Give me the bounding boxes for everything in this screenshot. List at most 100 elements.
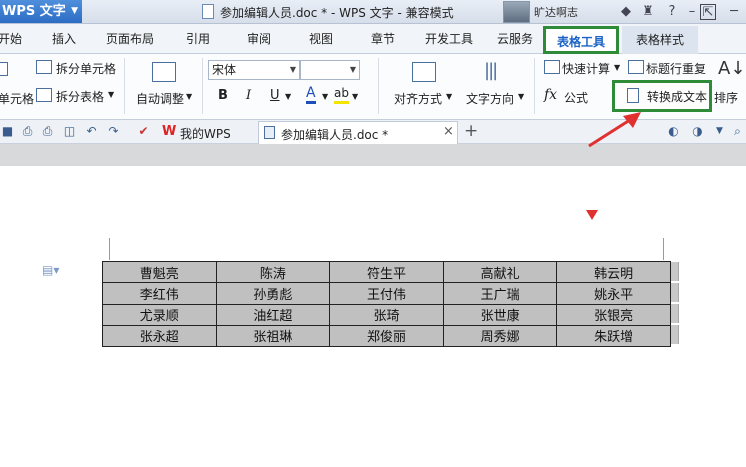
skin-icon[interactable]: ◆ bbox=[618, 4, 634, 20]
cursor-marker-icon bbox=[586, 210, 598, 220]
bold-button[interactable]: B bbox=[218, 88, 228, 103]
table-cell[interactable]: 姚永平 bbox=[556, 282, 671, 305]
table-cell[interactable]: 韩云明 bbox=[556, 260, 671, 284]
add-tab-button[interactable]: + bbox=[464, 121, 478, 141]
tab-home[interactable]: 开始 bbox=[0, 24, 22, 54]
table-cell[interactable]: 王广瑞 bbox=[442, 282, 558, 305]
dropdown-icon[interactable]: ▼ bbox=[108, 90, 114, 99]
app-menu-button[interactable]: WPS 文字 ▼ bbox=[0, 0, 82, 23]
table-cell[interactable]: 张世康 bbox=[442, 303, 558, 326]
save-icon[interactable]: ■ bbox=[0, 124, 15, 139]
shirt-icon[interactable]: ♜ bbox=[640, 4, 656, 20]
sort-button[interactable]: 排序 bbox=[714, 89, 738, 106]
tab-references[interactable]: 引用 bbox=[186, 24, 210, 54]
table-cell[interactable]: 王付伟 bbox=[329, 282, 444, 305]
customize-icon[interactable]: ✔ bbox=[136, 124, 151, 139]
repeat-header-icon[interactable] bbox=[628, 60, 644, 74]
table-cell[interactable]: 孙勇彪 bbox=[215, 282, 331, 305]
convert-to-text-label: 转换成文本 bbox=[647, 90, 708, 104]
dropdown-icon[interactable]: ▼ bbox=[518, 92, 524, 101]
dropdown-icon[interactable]: ▼ bbox=[186, 92, 192, 101]
formula-icon[interactable]: fx bbox=[544, 87, 557, 103]
font-name-select[interactable]: 宋体 ▼ bbox=[208, 60, 300, 80]
sort-icon[interactable]: A↓ bbox=[718, 58, 745, 79]
table-cell[interactable]: 张银亮 bbox=[556, 303, 671, 326]
dropdown-icon[interactable]: ▼ bbox=[712, 124, 727, 139]
formula-button[interactable]: 公式 bbox=[564, 89, 588, 106]
tab-table-style[interactable]: 表格样式 bbox=[622, 26, 698, 54]
split-cells-icon[interactable] bbox=[36, 60, 52, 74]
auto-fit-icon[interactable] bbox=[152, 62, 176, 82]
quick-calc-button[interactable]: 快速计算 bbox=[562, 60, 610, 77]
paragraph-icon[interactable]: ▤▾ bbox=[42, 263, 59, 277]
tab-cloud[interactable]: 云服务 bbox=[497, 24, 533, 54]
help-icon[interactable]: ? bbox=[664, 4, 680, 20]
print-icon[interactable]: ⎙ bbox=[40, 124, 55, 139]
merge-cells-button[interactable]: 单元格 bbox=[0, 90, 34, 107]
dropdown-icon[interactable]: ▼ bbox=[285, 92, 291, 101]
auto-fit-button[interactable]: 自动调整 bbox=[136, 90, 184, 107]
align-button[interactable]: 对齐方式 bbox=[394, 90, 442, 107]
table-row: 曹魁亮 陈涛 符生平 高献礼 韩云明 bbox=[102, 260, 671, 284]
tab-view[interactable]: 视图 bbox=[309, 24, 333, 54]
dropdown-icon[interactable]: ▼ bbox=[614, 63, 620, 72]
table-cell[interactable]: 张琦 bbox=[329, 303, 444, 326]
text-direction-icon[interactable]: ||| bbox=[484, 60, 498, 81]
dropdown-icon[interactable]: ▼ bbox=[446, 92, 452, 101]
tab-table-tools[interactable]: 表格工具 bbox=[543, 26, 619, 54]
table-cell[interactable]: 陈涛 bbox=[215, 260, 331, 284]
close-icon[interactable]: × bbox=[443, 124, 454, 139]
table-cell[interactable]: 符生平 bbox=[329, 260, 444, 284]
text-direction-button[interactable]: 文字方向 bbox=[466, 90, 514, 107]
row-end-marker bbox=[671, 304, 679, 323]
minimize-icon[interactable]: – bbox=[684, 4, 700, 20]
close-window-icon[interactable]: ─ bbox=[726, 4, 742, 20]
separator bbox=[378, 58, 379, 114]
separator bbox=[202, 58, 203, 114]
table-cell[interactable]: 高献礼 bbox=[442, 260, 558, 284]
restore-icon[interactable]: ⇱ bbox=[700, 4, 716, 20]
table-cell[interactable]: 周秀娜 bbox=[442, 324, 558, 348]
table-cell[interactable]: 油红超 bbox=[215, 303, 331, 326]
split-table-icon[interactable] bbox=[36, 88, 52, 102]
print-preview-icon[interactable]: ◫ bbox=[62, 124, 77, 139]
table-cell[interactable]: 张祖琳 bbox=[215, 324, 331, 348]
tab-insert[interactable]: 插入 bbox=[52, 24, 76, 54]
table-cell[interactable]: 郑俊丽 bbox=[329, 324, 444, 348]
tab-active-document[interactable]: 参加编辑人员.doc * × bbox=[258, 121, 458, 144]
name-table[interactable]: 曹魁亮 陈涛 符生平 高献礼 韩云明 李红伟 孙勇彪 王付伟 王广瑞 姚永平 尤… bbox=[102, 260, 671, 348]
dropdown-icon: ▼ bbox=[349, 65, 356, 74]
tab-my-wps[interactable]: W 我的WPS bbox=[158, 121, 255, 144]
dropdown-icon[interactable]: ▼ bbox=[322, 92, 328, 101]
underline-button[interactable]: U bbox=[270, 88, 280, 103]
table-cell[interactable]: 李红伟 bbox=[102, 282, 217, 305]
panel-icon[interactable]: ◑ bbox=[690, 124, 705, 139]
tab-chapter[interactable]: 章节 bbox=[371, 24, 395, 54]
dropdown-icon[interactable]: ▼ bbox=[352, 92, 358, 101]
font-color-button[interactable]: A bbox=[306, 86, 316, 104]
font-size-select[interactable]: ▼ bbox=[300, 60, 360, 80]
table-cell[interactable]: 曹魁亮 bbox=[102, 260, 217, 284]
search-icon[interactable]: ⌕ bbox=[730, 124, 745, 139]
split-table-button[interactable]: 拆分表格 bbox=[56, 88, 104, 105]
quick-calc-icon[interactable] bbox=[544, 60, 560, 74]
split-cells-button[interactable]: 拆分单元格 bbox=[56, 60, 116, 77]
highlight-button[interactable]: ab bbox=[334, 86, 349, 104]
tab-developer[interactable]: 开发工具 bbox=[425, 24, 473, 54]
redo-icon[interactable]: ↷ bbox=[106, 124, 121, 139]
export-pdf-icon[interactable]: ⎙ bbox=[20, 124, 35, 139]
repeat-header-button[interactable]: 标题行重复 bbox=[646, 60, 706, 77]
tab-page-layout[interactable]: 页面布局 bbox=[106, 24, 154, 54]
user-name[interactable]: 旷达啊志 bbox=[534, 4, 578, 20]
undo-icon[interactable]: ↶ bbox=[84, 124, 99, 139]
tab-review[interactable]: 审阅 bbox=[247, 24, 271, 54]
align-icon[interactable] bbox=[412, 62, 436, 82]
table-cell[interactable]: 朱跃增 bbox=[556, 324, 671, 348]
avatar[interactable] bbox=[503, 1, 530, 23]
table-cell[interactable]: 尤录顺 bbox=[102, 303, 217, 326]
italic-button[interactable]: I bbox=[246, 88, 251, 103]
table-cell[interactable]: 张永超 bbox=[102, 324, 217, 348]
separator bbox=[124, 58, 125, 114]
merge-cells-icon[interactable] bbox=[0, 62, 8, 76]
panel-icon[interactable]: ◐ bbox=[666, 124, 681, 139]
